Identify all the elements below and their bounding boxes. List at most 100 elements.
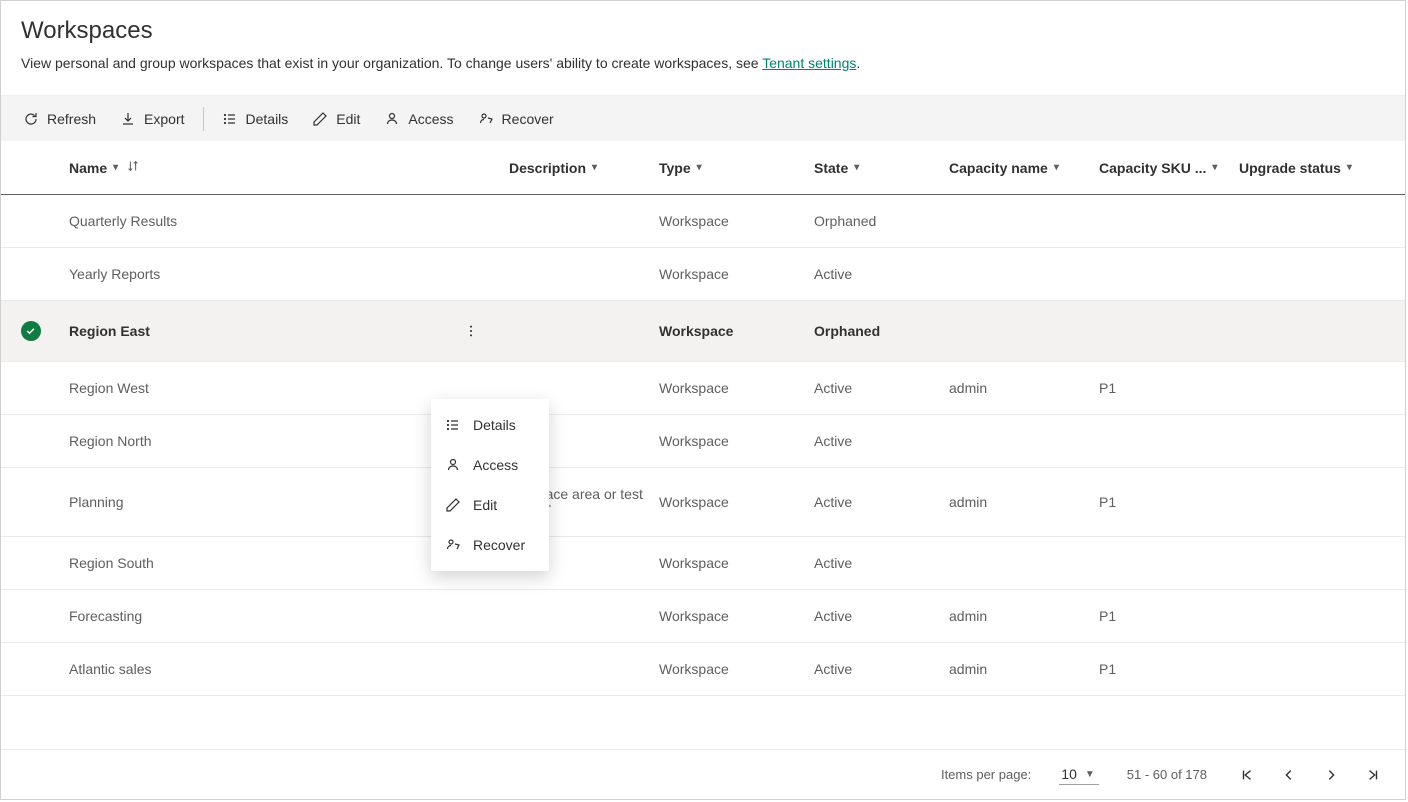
cell-name: Planning — [61, 468, 451, 537]
cell-state: Orphaned — [806, 301, 941, 362]
cell-capacity-name: admin — [941, 468, 1091, 537]
workspaces-table: Name ▾ Description ▾ Type▾ — [1, 141, 1405, 696]
table-row[interactable]: Region WestWorkspaceActiveadminP1 — [1, 362, 1405, 415]
table-row[interactable]: PlanningorkSpace area or test in BBTWork… — [1, 468, 1405, 537]
access-icon — [445, 457, 461, 473]
chevron-down-icon: ▾ — [854, 162, 859, 173]
cell-type: Workspace — [651, 248, 806, 301]
cell-capacity-name — [941, 195, 1091, 248]
toolbar-divider — [203, 107, 204, 131]
first-page-button[interactable] — [1235, 763, 1259, 787]
pagination-bar: Items per page: 10 ▼ 51 - 60 of 178 — [1, 749, 1405, 799]
cell-state: Orphaned — [806, 195, 941, 248]
col-header-capacity-sku[interactable]: Capacity SKU ...▾ — [1091, 141, 1231, 195]
cell-type: Workspace — [651, 415, 806, 468]
col-cap-label: Capacity name — [949, 160, 1048, 176]
more-options-button[interactable] — [459, 319, 483, 343]
menu-edit-label: Edit — [473, 497, 497, 513]
cell-name: Quarterly Results — [61, 195, 451, 248]
tenant-settings-link[interactable]: Tenant settings — [762, 55, 856, 71]
table-row[interactable]: Yearly Reports WorkspaceActive — [1, 248, 1405, 301]
last-page-button[interactable] — [1361, 763, 1385, 787]
items-per-page-select[interactable]: 10 ▼ — [1059, 764, 1098, 785]
cell-upgrade-status — [1231, 537, 1405, 590]
menu-item-details[interactable]: Details — [431, 405, 549, 445]
cell-capacity-name — [941, 415, 1091, 468]
recover-icon — [478, 111, 494, 127]
cell-capacity-name: admin — [941, 590, 1091, 643]
cell-capacity-sku: P1 — [1091, 362, 1231, 415]
edit-button[interactable]: Edit — [300, 105, 372, 133]
cell-type: Workspace — [651, 362, 806, 415]
cell-upgrade-status — [1231, 415, 1405, 468]
export-button[interactable]: Export — [108, 105, 196, 133]
cell-state: Active — [806, 590, 941, 643]
recover-icon — [445, 537, 461, 553]
edit-label: Edit — [336, 111, 360, 127]
menu-item-edit[interactable]: Edit — [431, 485, 549, 525]
col-desc-label: Description — [509, 160, 586, 176]
details-list-icon — [222, 111, 238, 127]
prev-page-button[interactable] — [1277, 763, 1301, 787]
menu-recover-label: Recover — [473, 537, 525, 553]
refresh-icon — [23, 111, 39, 127]
col-header-upgrade-status[interactable]: Upgrade status▾ — [1231, 141, 1405, 195]
download-icon — [120, 111, 136, 127]
refresh-button[interactable]: Refresh — [11, 105, 108, 133]
desc-text: View personal and group workspaces that … — [21, 55, 762, 71]
menu-item-access[interactable]: Access — [431, 445, 549, 485]
next-page-button[interactable] — [1319, 763, 1343, 787]
chevron-down-icon: ▾ — [592, 162, 597, 173]
cell-state: Active — [806, 248, 941, 301]
cell-type: Workspace — [651, 195, 806, 248]
cell-capacity-name: admin — [941, 643, 1091, 696]
cell-upgrade-status — [1231, 195, 1405, 248]
cell-type: Workspace — [651, 537, 806, 590]
col-header-name[interactable]: Name ▾ — [61, 141, 451, 195]
chevron-down-icon: ▾ — [697, 162, 702, 173]
items-per-page-value: 10 — [1061, 766, 1077, 782]
details-button[interactable]: Details — [210, 105, 301, 133]
table-row[interactable]: Quarterly Results WorkspaceOrphaned — [1, 195, 1405, 248]
page-description: View personal and group workspaces that … — [21, 55, 1385, 71]
col-header-state[interactable]: State ▾ — [806, 141, 941, 195]
col-header-description[interactable]: Description ▾ — [501, 141, 651, 195]
cell-description — [501, 643, 651, 696]
cell-description — [501, 590, 651, 643]
cell-capacity-sku — [1091, 195, 1231, 248]
col-state-label: State — [814, 160, 848, 176]
access-button[interactable]: Access — [372, 105, 465, 133]
export-label: Export — [144, 111, 184, 127]
menu-item-recover[interactable]: Recover — [431, 525, 549, 565]
cell-capacity-sku — [1091, 537, 1231, 590]
row-context-menu: Details Access Edit Recover — [431, 399, 549, 571]
cell-capacity-sku: P1 — [1091, 590, 1231, 643]
cell-type: Workspace — [651, 468, 806, 537]
cell-capacity-name — [941, 301, 1091, 362]
cell-name: Region South — [61, 537, 451, 590]
cell-name: Yearly Reports — [61, 248, 451, 301]
cell-capacity-name — [941, 537, 1091, 590]
col-header-capacity-name[interactable]: Capacity name▾ — [941, 141, 1091, 195]
cell-upgrade-status — [1231, 301, 1405, 362]
chevron-down-icon: ▾ — [113, 162, 118, 173]
table-row[interactable]: ForecastingWorkspaceActiveadminP1 — [1, 590, 1405, 643]
chevron-down-icon: ▾ — [1212, 162, 1217, 173]
cell-name: Forecasting — [61, 590, 451, 643]
page-range-label: 51 - 60 of 178 — [1127, 767, 1207, 782]
edit-icon — [445, 497, 461, 513]
table-row[interactable]: Region SouthWorkspaceActive — [1, 537, 1405, 590]
table-row[interactable]: Atlantic salesWorkspaceActiveadminP1 — [1, 643, 1405, 696]
table-row[interactable]: Region EastWorkspaceOrphaned — [1, 301, 1405, 362]
menu-details-label: Details — [473, 417, 516, 433]
table-row[interactable]: Region NorthWorkspaceActive — [1, 415, 1405, 468]
cell-name: Region West — [61, 362, 451, 415]
cell-capacity-sku — [1091, 248, 1231, 301]
recover-button[interactable]: Recover — [466, 105, 566, 133]
col-header-type[interactable]: Type▾ — [651, 141, 806, 195]
cell-upgrade-status — [1231, 643, 1405, 696]
cell-capacity-name — [941, 248, 1091, 301]
chevron-down-icon: ▾ — [1347, 162, 1352, 173]
cell-upgrade-status — [1231, 248, 1405, 301]
cell-state: Active — [806, 415, 941, 468]
